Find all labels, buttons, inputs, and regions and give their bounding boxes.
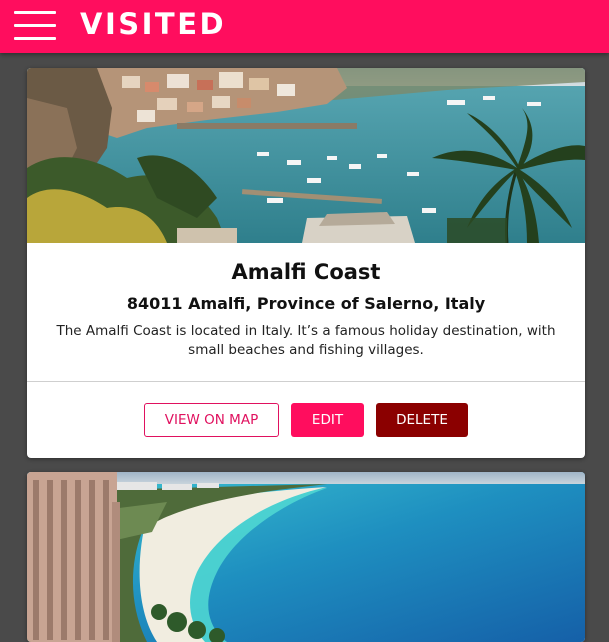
card-divider bbox=[27, 381, 585, 382]
view-on-map-button[interactable]: VIEW ON MAP bbox=[144, 403, 279, 437]
page-title: VISITED bbox=[80, 7, 227, 41]
place-card bbox=[27, 472, 585, 642]
card-address: 84011 Amalfi, Province of Salerno, Italy bbox=[126, 294, 486, 313]
amalfi-coast-photo bbox=[27, 68, 585, 243]
top-app-bar: VISITED bbox=[0, 0, 609, 53]
hamburger-menu-icon[interactable] bbox=[14, 10, 56, 42]
card-title: Amalfi Coast bbox=[231, 260, 381, 284]
card-description: The Amalfi Coast is located in Italy. It… bbox=[56, 323, 556, 358]
delete-button[interactable]: DELETE bbox=[376, 403, 468, 437]
edit-button[interactable]: EDIT bbox=[291, 403, 364, 437]
beach-resort-photo bbox=[27, 472, 585, 642]
card-actions: VIEW ON MAP EDIT DELETE bbox=[27, 403, 585, 437]
place-card: Amalfi Coast 84011 Amalfi, Province of S… bbox=[27, 68, 585, 458]
